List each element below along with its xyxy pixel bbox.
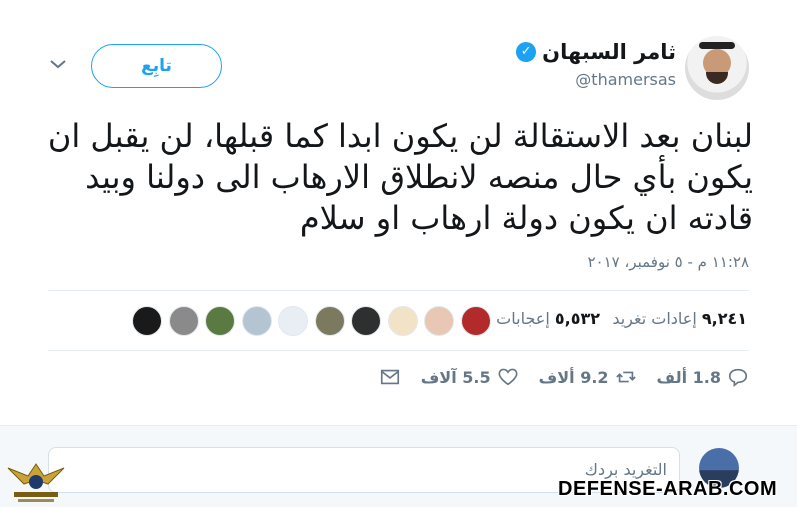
liker-avatar[interactable] <box>424 306 454 336</box>
liker-avatar[interactable] <box>205 306 235 336</box>
retweets-count: ٩,٢٤١ <box>701 309 747 328</box>
tweet-stats: ٩,٢٤١ إعادات تغريد ٥,٥٣٢ إعجابات <box>48 290 749 351</box>
liker-avatar[interactable] <box>314 306 345 336</box>
avatar-beard <box>706 72 728 84</box>
likes-label: إعجابات <box>496 309 550 328</box>
chevron-down-icon[interactable] <box>49 58 67 72</box>
liker-avatar[interactable] <box>387 306 418 336</box>
like-action[interactable]: 5.5 آلاف <box>421 366 519 388</box>
likes-count: ٥,٥٣٢ <box>554 309 600 328</box>
liker-avatar[interactable] <box>241 306 272 336</box>
liker-avatar[interactable] <box>168 306 199 336</box>
author-avatar[interactable] <box>685 36 749 100</box>
retweet-action[interactable]: 9.2 ألاف <box>539 366 637 388</box>
tweet-timestamp[interactable]: ١١:٢٨ م - ٥ نوفمبر، ٢٠١٧ <box>587 253 749 271</box>
avatar-headband <box>699 42 735 49</box>
author-display-name[interactable]: ثامر السبهان <box>542 40 676 64</box>
envelope-icon <box>380 369 399 385</box>
reply-action[interactable]: 1.8 ألف <box>657 366 749 388</box>
author-name-row[interactable]: ثامر السبهان ✓ <box>516 40 676 64</box>
likes-stat[interactable]: ٥,٥٣٢ إعجابات <box>496 309 600 328</box>
liker-avatar[interactable] <box>460 306 491 336</box>
reply-placeholder: التغريد بردك <box>584 460 667 479</box>
tweet-card: ثامر السبهان ✓ @thamersas تابِع لبنان بع… <box>0 0 797 425</box>
tweet-text: لبنان بعد الاستقالة لن يكون ابدا كما قبل… <box>47 117 753 237</box>
liker-avatar[interactable] <box>278 306 308 336</box>
like-count: 5.5 آلاف <box>420 367 491 387</box>
watermark-text: DEFENSE-ARAB.COM <box>558 478 778 500</box>
liker-avatar[interactable] <box>351 306 381 336</box>
arab-defense-forum-logo <box>6 458 66 506</box>
reply-count: 1.8 ألف <box>656 367 721 387</box>
verified-badge-icon: ✓ <box>516 42 537 62</box>
retweets-stat[interactable]: ٩,٢٤١ إعادات تغريد <box>612 309 747 328</box>
tweet-actions: 1.8 ألف 9.2 ألاف 5.5 آلاف <box>379 366 749 388</box>
retweets-label: إعادات تغريد <box>612 309 697 328</box>
follow-button[interactable]: تابِع <box>91 44 222 88</box>
author-handle[interactable]: @thamersas <box>575 70 676 89</box>
message-action[interactable] <box>379 366 401 388</box>
retweet-icon <box>615 371 636 383</box>
retweet-count: 9.2 ألاف <box>538 367 609 387</box>
liker-avatar[interactable] <box>132 306 162 336</box>
reply-icon <box>728 368 748 387</box>
heart-icon <box>498 368 518 386</box>
